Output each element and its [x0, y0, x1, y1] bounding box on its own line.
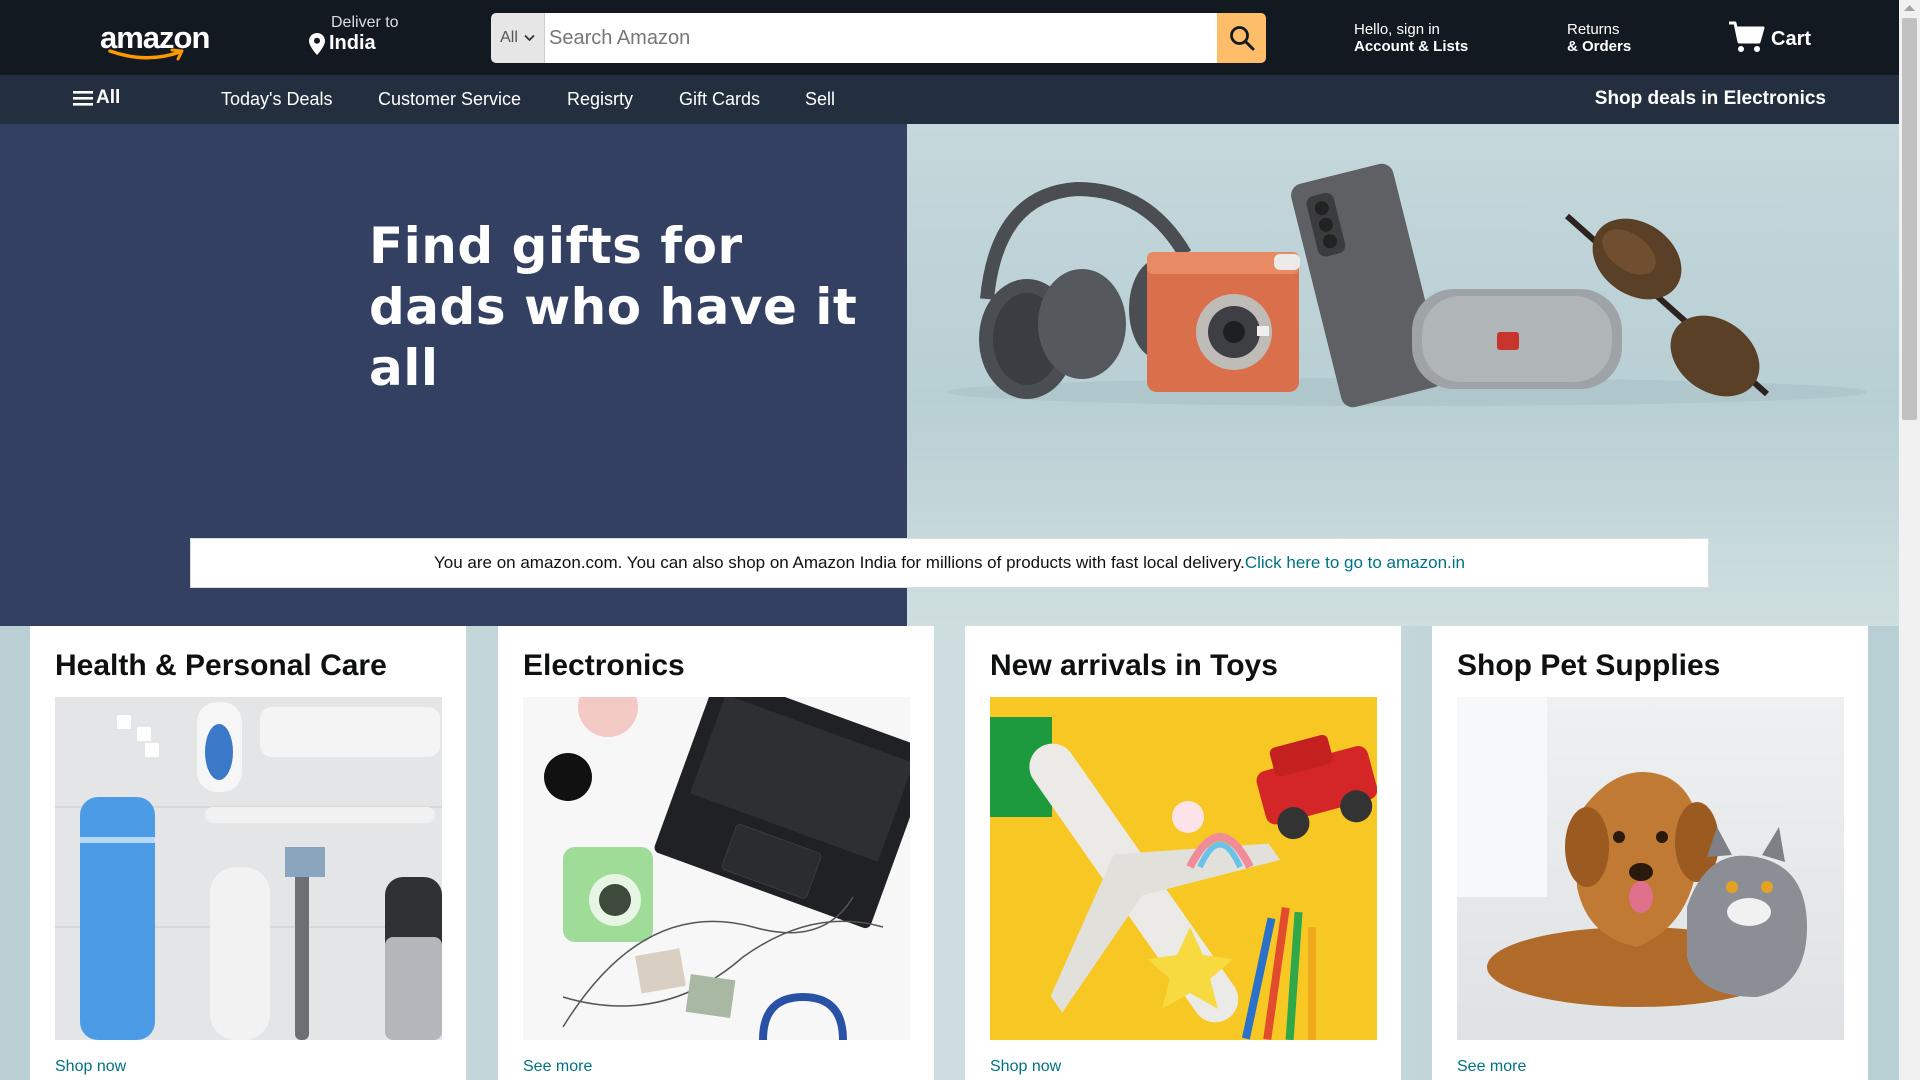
secondary-navigation-bar: All Today's Deals Customer Service Regis…: [0, 75, 1899, 124]
search-category-label: All: [500, 29, 518, 46]
card-title: Health & Personal Care: [55, 649, 387, 682]
go-to-amazon-in-link[interactable]: Click here to go to amazon.in: [1245, 553, 1465, 573]
all-menu-button[interactable]: All: [73, 87, 120, 109]
nav-registry[interactable]: Regisrty: [567, 89, 633, 110]
card-electronics: Electronics See more: [498, 626, 934, 1080]
search-bar: All: [491, 13, 1266, 63]
shop-deals-electronics-link[interactable]: Shop deals in Electronics: [1595, 88, 1826, 110]
health-products-illustration: [55, 697, 442, 1040]
speaker-icon: [1412, 289, 1622, 389]
card-link[interactable]: See more: [1457, 1058, 1526, 1076]
vertical-scrollbar[interactable]: [1899, 0, 1920, 1080]
deliver-to-location[interactable]: Deliver to India: [309, 14, 399, 55]
nav-todays-deals[interactable]: Today's Deals: [221, 89, 333, 110]
card-pet-supplies: Shop Pet Supplies See more: [1432, 626, 1868, 1080]
returns-label: Returns: [1567, 21, 1620, 38]
nav-gift-cards[interactable]: Gift Cards: [679, 89, 760, 110]
pet-supplies-image[interactable]: [1457, 697, 1844, 1040]
returns-and-orders[interactable]: Returns & Orders: [1567, 21, 1631, 55]
card-link[interactable]: Shop now: [55, 1058, 126, 1076]
hero-title: Find gifts for dads who have it all: [369, 216, 907, 399]
scroll-up-arrow-icon[interactable]: [1904, 4, 1915, 12]
electronics-illustration: [523, 697, 910, 1040]
logo-smile-icon: [108, 48, 184, 61]
location-pin-icon: [309, 32, 325, 55]
toys-illustration: [990, 697, 1377, 1040]
deliver-label: Deliver to: [331, 14, 399, 31]
camera-icon: [1147, 252, 1300, 392]
toys-image[interactable]: [990, 697, 1377, 1040]
card-link[interactable]: Shop now: [990, 1058, 1061, 1076]
hero-title-line1: Find gifts for: [369, 217, 743, 275]
card-title: Electronics: [523, 649, 685, 682]
hamburger-menu-icon: [73, 91, 93, 106]
locale-notice-text: You are on amazon.com. You can also shop…: [434, 553, 1245, 572]
card-title: New arrivals in Toys: [990, 649, 1278, 682]
search-button[interactable]: [1217, 13, 1266, 63]
all-menu-label: All: [96, 87, 121, 108]
top-navigation-bar: amazon Deliver to India All Search Amazo…: [0, 0, 1899, 75]
account-lists-label: Account & Lists: [1354, 38, 1469, 55]
search-category-dropdown[interactable]: All: [491, 13, 545, 63]
account-and-lists[interactable]: Hello, sign in Account & Lists: [1354, 21, 1468, 55]
card-link[interactable]: See more: [523, 1058, 592, 1076]
cart-label: Cart: [1771, 27, 1812, 50]
search-input[interactable]: [545, 13, 1217, 63]
card-new-arrivals-toys: New arrivals in Toys Shop now: [965, 626, 1401, 1080]
nav-customer-service[interactable]: Customer Service: [378, 89, 521, 110]
cart-icon: [1729, 21, 1765, 52]
cart-button[interactable]: Cart: [1728, 20, 1811, 54]
account-greeting: Hello, sign in: [1354, 21, 1440, 38]
electronics-image[interactable]: [523, 697, 910, 1040]
orders-label: & Orders: [1567, 38, 1632, 55]
pets-illustration: [1457, 697, 1844, 1040]
locale-notice-banner: You are on amazon.com. You can also shop…: [190, 538, 1709, 588]
card-health-personal-care: Health & Personal Care Shop now: [30, 626, 466, 1080]
hero-title-line2: dads who have it all: [369, 278, 858, 397]
card-title: Shop Pet Supplies: [1457, 649, 1721, 682]
amazon-logo[interactable]: amazon: [98, 20, 210, 61]
search-icon: [1229, 26, 1254, 51]
chevron-down-icon: [524, 34, 535, 42]
nav-sell[interactable]: Sell: [805, 89, 835, 110]
health-products-image[interactable]: [55, 697, 442, 1040]
deliver-location: India: [329, 32, 376, 54]
scrollbar-thumb[interactable]: [1902, 18, 1917, 420]
